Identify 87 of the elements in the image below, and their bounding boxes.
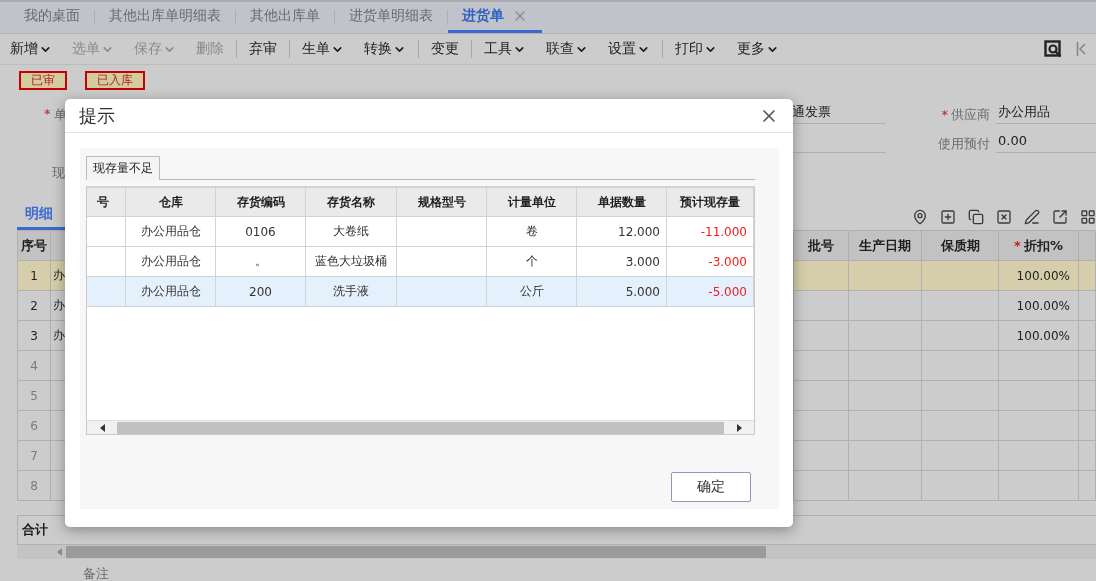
column-header: 仓库 [126, 188, 216, 217]
row-number-cell: 7 [18, 441, 51, 471]
table-cell: 3.000 [577, 247, 667, 277]
scroll-right-icon[interactable] [736, 423, 742, 432]
table-cell: 蓝色大垃圾桶 [306, 247, 397, 277]
table-cell: 公斤 [487, 277, 577, 307]
toolbar-button[interactable]: 联查 [546, 40, 588, 58]
table-cell: 12.000 [577, 217, 667, 247]
tab[interactable]: 现存量不足 [86, 156, 160, 180]
grid-icon[interactable] [1080, 209, 1096, 225]
row-number-cell: 8 [18, 471, 51, 501]
table-cell: 。 [216, 247, 306, 277]
toolbar-button[interactable]: 新增 [10, 40, 52, 58]
column-header: 存货名称 [306, 188, 397, 217]
copy-icon[interactable] [968, 209, 984, 225]
required-mark: * [44, 106, 51, 123]
toolbar-button[interactable]: 设置 [608, 40, 650, 58]
toolbar-button[interactable]: 转换 [364, 40, 406, 58]
column-header: 批号 [794, 231, 849, 261]
horizontal-scrollbar[interactable] [87, 420, 754, 434]
table-cell [1079, 321, 1096, 351]
table-cell: 100.00% [999, 261, 1079, 291]
table-cell [1079, 351, 1096, 381]
table-cell: 200 [216, 277, 306, 307]
row-number-cell: 2 [18, 291, 51, 321]
add-row-icon[interactable] [940, 209, 956, 225]
required-mark: * [941, 107, 948, 122]
table-cell: 100.00% [999, 291, 1079, 321]
column-header: 保质期 [922, 231, 999, 261]
horizontal-scrollbar[interactable] [17, 545, 1096, 559]
table-cell [1079, 441, 1096, 471]
status-badge: 已入库 [85, 71, 145, 90]
table-cell: -5.000 [667, 277, 754, 307]
edit-icon[interactable] [1024, 209, 1040, 225]
table-cell: 个 [487, 247, 577, 277]
column-header: 预计现存量 [667, 188, 754, 217]
export-icon[interactable] [1052, 209, 1068, 225]
toolbar-button[interactable]: 更多 [737, 40, 779, 58]
column-header: 号 [87, 188, 126, 217]
table-cell: 办公用品仓 [126, 217, 216, 247]
field-label: 供应商 [951, 107, 990, 122]
table-cell [1079, 291, 1096, 321]
table-cell: 卷 [487, 217, 577, 247]
toolbar-button[interactable]: 工具 [471, 40, 526, 58]
table-cell: -11.000 [667, 217, 754, 247]
column-header: 单据数量 [577, 188, 667, 217]
table-cell [1079, 261, 1096, 291]
field-label: 单 [53, 106, 67, 124]
toolbar-button[interactable]: 变更 [418, 40, 459, 58]
field-label: 现 [52, 164, 65, 182]
table-cell: -3.000 [667, 247, 754, 277]
field-label: 使用预付 [937, 135, 991, 153]
table-cell: 办公用品仓 [126, 247, 216, 277]
row-number-cell: 1 [18, 261, 51, 291]
table-cell: 办公用品仓 [126, 277, 216, 307]
column-header: 计量单位 [487, 188, 577, 217]
row-number-cell: 5 [18, 381, 51, 411]
supplier-field[interactable]: 办公用品 [996, 100, 1096, 124]
toolbar-button[interactable]: 弃审 [236, 40, 277, 58]
toolbar-button[interactable]: 生单 [289, 40, 344, 58]
column-header: 规格型号 [397, 188, 487, 217]
ok-button[interactable]: 确定 [671, 472, 751, 502]
required-mark: * [1014, 238, 1021, 253]
table-cell: 大卷纸 [306, 217, 397, 247]
location-pin-icon[interactable] [912, 209, 928, 225]
delete-row-icon[interactable] [996, 209, 1012, 225]
row-number-cell: 6 [18, 411, 51, 441]
table-cell: 洗手液 [306, 277, 397, 307]
column-header: 折扣% [1023, 236, 1063, 255]
table-cell: 5.000 [577, 277, 667, 307]
toolbar-button[interactable]: 打印 [662, 40, 717, 58]
total-label: 合计 [22, 521, 48, 539]
row-number-cell: 4 [18, 351, 51, 381]
scroll-left-icon[interactable] [99, 423, 105, 432]
table-cell: 100.00% [999, 321, 1079, 351]
search-document-icon[interactable] [1044, 40, 1062, 58]
column-header: 生产日期 [849, 231, 922, 261]
table-cell [1079, 381, 1096, 411]
column-header: 存货编码 [216, 188, 306, 217]
field-label: 备注 [83, 565, 109, 581]
table-cell [1079, 411, 1096, 441]
row-number-cell: 3 [18, 321, 51, 351]
prepay-field[interactable]: 0.00 [996, 129, 1096, 153]
column-header: 序号 [18, 231, 51, 261]
table-cell: 0106 [216, 217, 306, 247]
status-badge: 已审 [19, 71, 67, 90]
dialog-title: 提示 [79, 103, 115, 128]
